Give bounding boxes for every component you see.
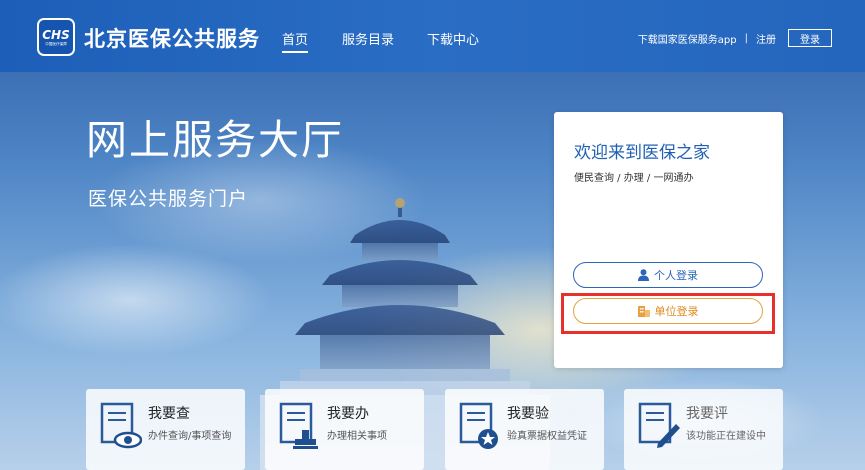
card-title: 欢迎来到医保之家 <box>574 143 710 163</box>
unit-login-highlight-box <box>561 293 775 334</box>
person-icon <box>638 269 649 281</box>
eye-document-icon <box>100 402 142 449</box>
register-link[interactable]: 注册 <box>756 31 776 46</box>
tile-verify-desc: 验真票据权益凭证 <box>507 431 587 442</box>
hero-subtitle: 医保公共服务门户 <box>88 188 249 210</box>
logo-mark: CHS <box>42 27 70 42</box>
chs-logo[interactable]: CHS 中国医疗保障 <box>37 18 75 56</box>
card-subtitle: 便民查询 / 办理 / 一网通办 <box>574 173 694 184</box>
nav-home[interactable]: 首页 <box>282 29 309 53</box>
tile-evaluate[interactable]: 我要评 该功能正在建设中 <box>624 389 783 470</box>
tile-query-desc: 办件查询/事项查询 <box>148 431 232 442</box>
tile-evaluate-desc: 该功能正在建设中 <box>686 431 766 442</box>
pen-document-icon <box>638 402 680 448</box>
logo-subtext: 中国医疗保障 <box>45 40 67 46</box>
star-badge-document-icon <box>459 402 498 449</box>
site-title: 北京医保公共服务 <box>84 27 260 51</box>
tile-query-title: 我要查 <box>148 406 190 422</box>
hero-title: 网上服务大厅 <box>86 116 344 164</box>
header-separator: | <box>744 32 748 44</box>
nav-service-catalog[interactable]: 服务目录 <box>342 29 394 48</box>
tile-evaluate-title: 我要评 <box>686 406 728 422</box>
tile-verify-title: 我要验 <box>507 406 549 422</box>
top-header: CHS 中国医疗保障 北京医保公共服务 首页 服务目录 下载中心 下载国家医保服… <box>0 0 865 72</box>
tile-query[interactable]: 我要查 办件查询/事项查询 <box>86 389 245 470</box>
header-actions: 下载国家医保服务app | 注册 登录 <box>638 29 832 47</box>
personal-login-label: 个人登录 <box>654 269 698 282</box>
download-app-link[interactable]: 下载国家医保服务app <box>638 31 737 46</box>
stamp-document-icon <box>279 402 318 449</box>
nav-download-center[interactable]: 下载中心 <box>427 29 479 48</box>
tile-handle[interactable]: 我要办 办理相关事项 <box>265 389 424 470</box>
tile-verify[interactable]: 我要验 验真票据权益凭证 <box>445 389 604 470</box>
header-login-button[interactable]: 登录 <box>788 29 832 47</box>
tile-handle-title: 我要办 <box>327 406 369 422</box>
tile-handle-desc: 办理相关事项 <box>327 431 387 442</box>
personal-login-button[interactable]: 个人登录 <box>573 262 763 288</box>
